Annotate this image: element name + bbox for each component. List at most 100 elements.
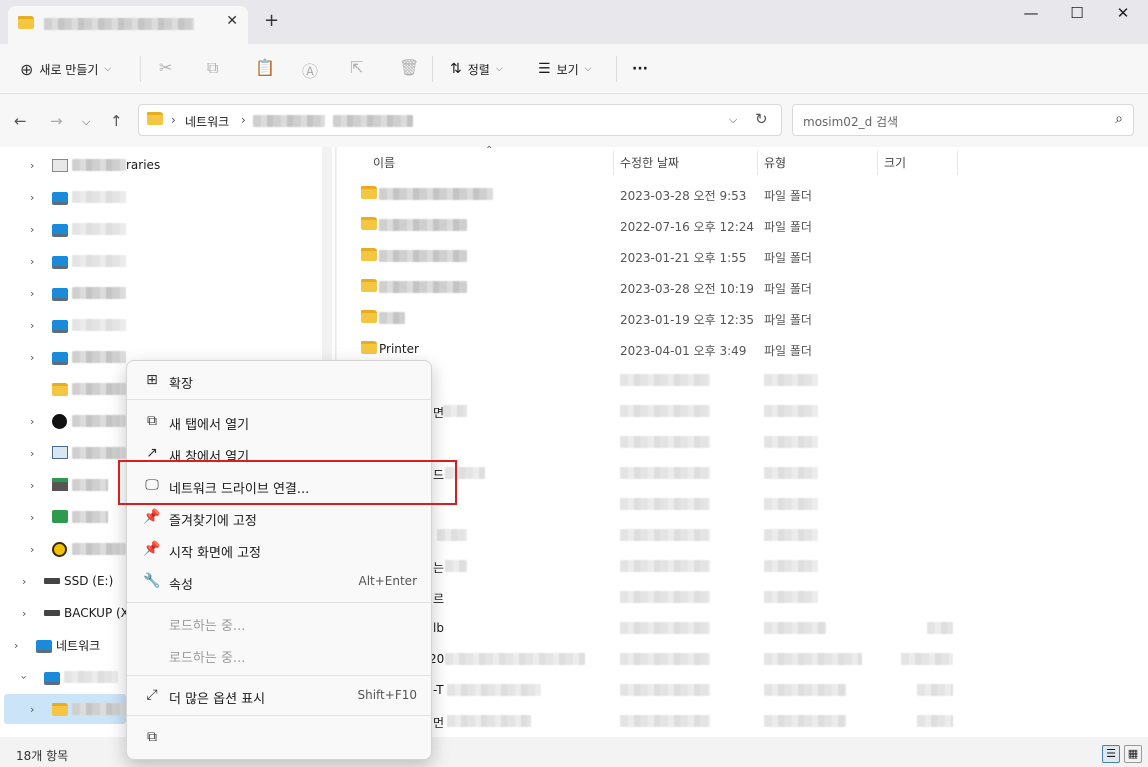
menu-divider <box>127 715 431 716</box>
column-divider[interactable] <box>957 151 958 175</box>
chevron-right-icon[interactable]: › <box>30 511 34 524</box>
address-bar[interactable]: › 네트워크 › ⌵ ↻ <box>138 104 782 136</box>
refresh-icon[interactable]: ↻ <box>755 110 768 128</box>
file-date: 2023-03-28 오전 9:53 <box>620 189 747 203</box>
chevron-right-icon[interactable]: › <box>14 639 18 652</box>
breadcrumb-redacted[interactable] <box>253 115 325 127</box>
recent-locations-chevron-icon[interactable]: ⌵ <box>82 115 90 129</box>
search-box[interactable]: mosim02_d 검색 ⌕ <box>792 104 1134 136</box>
file-name-partial: 르 <box>433 592 445 606</box>
nav-item[interactable]: › <box>0 310 320 340</box>
chevron-right-icon[interactable]: › <box>30 255 34 268</box>
file-row[interactable]: 20 <box>337 643 1137 674</box>
column-divider[interactable] <box>613 151 614 175</box>
new-tab-button[interactable]: + <box>264 10 279 31</box>
chevron-right-icon[interactable]: › <box>22 575 26 588</box>
copy-icon[interactable]: ⧉ <box>207 58 218 78</box>
file-row[interactable]: 2023-03-28 오전 9:53 파일 폴더 <box>337 178 1137 209</box>
file-row[interactable]: 2023-01-19 오후 12:35 파일 폴더 <box>337 302 1137 333</box>
file-row[interactable]: 드 <box>337 457 1137 488</box>
chevron-right-icon[interactable]: › <box>30 191 34 204</box>
chevron-right-icon[interactable]: › <box>30 319 34 332</box>
chevron-right-icon[interactable]: › <box>22 607 26 620</box>
address-dropdown-chevron-icon[interactable]: ⌵ <box>729 113 737 127</box>
file-row[interactable] <box>337 519 1137 550</box>
menu-item-pin-start[interactable]: 📌 시작 화면에 고정 <box>131 534 429 564</box>
chevron-right-icon[interactable]: › <box>30 159 34 172</box>
tab-title-redacted <box>44 18 194 30</box>
chevron-right-icon[interactable]: › <box>30 223 34 236</box>
nav-label-redacted <box>72 319 126 331</box>
delete-icon[interactable]: 🗑 <box>399 58 419 77</box>
breadcrumb-network[interactable]: 네트워크 <box>185 113 229 130</box>
nav-item[interactable]: › <box>0 214 320 244</box>
tiles-view-icon[interactable]: ▦ <box>1124 745 1142 763</box>
column-header-modified[interactable]: 수정한 날짜 <box>620 154 679 171</box>
breadcrumb-redacted[interactable] <box>333 115 413 127</box>
file-type-redacted <box>764 715 846 727</box>
nav-item[interactable]: › <box>0 278 320 308</box>
file-row[interactable]: 2022-07-16 오후 12:24 파일 폴더 <box>337 209 1137 240</box>
nav-item[interactable]: › <box>0 182 320 212</box>
new-button[interactable]: ⊕ 새로 만들기 ⌵ <box>20 56 111 82</box>
computer-icon <box>52 256 68 269</box>
chevron-right-icon[interactable]: › <box>30 543 34 556</box>
paste-icon[interactable]: 📋 <box>255 58 275 77</box>
see-more-button[interactable]: ··· <box>632 56 648 82</box>
menu-item-pin-quick-access[interactable]: 📌 즐겨찾기에 고정 <box>131 502 429 532</box>
cut-icon[interactable]: ✂ <box>159 58 172 77</box>
file-row[interactable]: 르 <box>337 581 1137 612</box>
column-divider[interactable] <box>757 151 758 175</box>
nav-item-selected[interactable]: › <box>4 694 126 724</box>
chevron-right-icon[interactable]: › <box>30 703 34 716</box>
details-view-icon[interactable]: ☰ <box>1102 745 1120 763</box>
wrench-icon: 🔧 <box>143 573 161 589</box>
tab-close-button[interactable]: ✕ <box>226 13 238 29</box>
forward-arrow-icon[interactable]: → <box>50 112 63 130</box>
file-row[interactable] <box>337 488 1137 519</box>
file-row[interactable]: 는 <box>337 550 1137 581</box>
up-arrow-icon[interactable]: ↑ <box>110 112 123 130</box>
tab-current[interactable]: ✕ <box>8 6 248 44</box>
back-arrow-icon[interactable]: ← <box>14 112 27 130</box>
column-header-type[interactable]: 유형 <box>764 154 786 171</box>
file-row[interactable]: 2023-03-28 오전 10:19 파일 폴더 <box>337 271 1137 302</box>
menu-divider <box>127 602 431 603</box>
minimize-button[interactable]: — <box>1008 4 1054 28</box>
share-icon[interactable]: ⇱ <box>350 58 363 77</box>
file-row[interactable]: -T <box>337 674 1137 705</box>
nav-item[interactable]: › raries <box>0 150 320 180</box>
maximize-button[interactable]: ☐ <box>1054 4 1100 28</box>
sort-button[interactable]: ⇅ 정렬 ⌵ <box>450 56 503 82</box>
menu-item-properties[interactable]: 🔧 속성 Alt+Enter <box>131 566 429 596</box>
menu-item-expand[interactable]: ⊞ 확장 <box>131 365 429 395</box>
chevron-right-icon[interactable]: › <box>30 351 34 364</box>
menu-item-open-new-tab[interactable]: ⧉ 새 탭에서 열기 <box>131 406 429 436</box>
file-row[interactable] <box>337 426 1137 457</box>
file-date-redacted <box>620 715 710 727</box>
chevron-down-icon[interactable]: › <box>18 675 31 679</box>
rename-icon[interactable]: Ⓐ <box>302 58 318 82</box>
file-row[interactable]: 먼 <box>337 705 1137 736</box>
column-divider[interactable] <box>877 151 878 175</box>
search-input[interactable]: mosim02_d 검색 <box>803 113 898 130</box>
file-name-partial: 는 <box>433 561 445 575</box>
file-row[interactable]: 면 <box>337 395 1137 426</box>
menu-item-show-more-options[interactable]: ⤢ 더 많은 옵션 표시 Shift+F10 <box>131 680 429 710</box>
file-row[interactable]: lb <box>337 612 1137 643</box>
nav-item[interactable]: › <box>0 246 320 276</box>
nav-label: raries <box>126 158 161 172</box>
file-row[interactable] <box>337 364 1137 395</box>
column-header-size[interactable]: 크기 <box>884 154 906 171</box>
chevron-right-icon[interactable]: › <box>30 479 34 492</box>
chevron-right-icon[interactable]: › <box>30 415 34 428</box>
column-header-name[interactable]: 이름 <box>373 154 395 171</box>
chevron-right-icon[interactable]: › <box>30 287 34 300</box>
close-button[interactable]: ✕ <box>1100 4 1146 28</box>
file-size-redacted <box>917 715 953 727</box>
chevron-right-icon[interactable]: › <box>30 447 34 460</box>
menu-item-copy[interactable]: ⧉ <box>131 722 167 752</box>
file-row[interactable]: Printer 2023-04-01 오후 3:49 파일 폴더 <box>337 333 1137 364</box>
file-row[interactable]: 2023-01-21 오후 1:55 파일 폴더 <box>337 240 1137 271</box>
view-button[interactable]: ☰ 보기 ⌵ <box>538 56 591 82</box>
